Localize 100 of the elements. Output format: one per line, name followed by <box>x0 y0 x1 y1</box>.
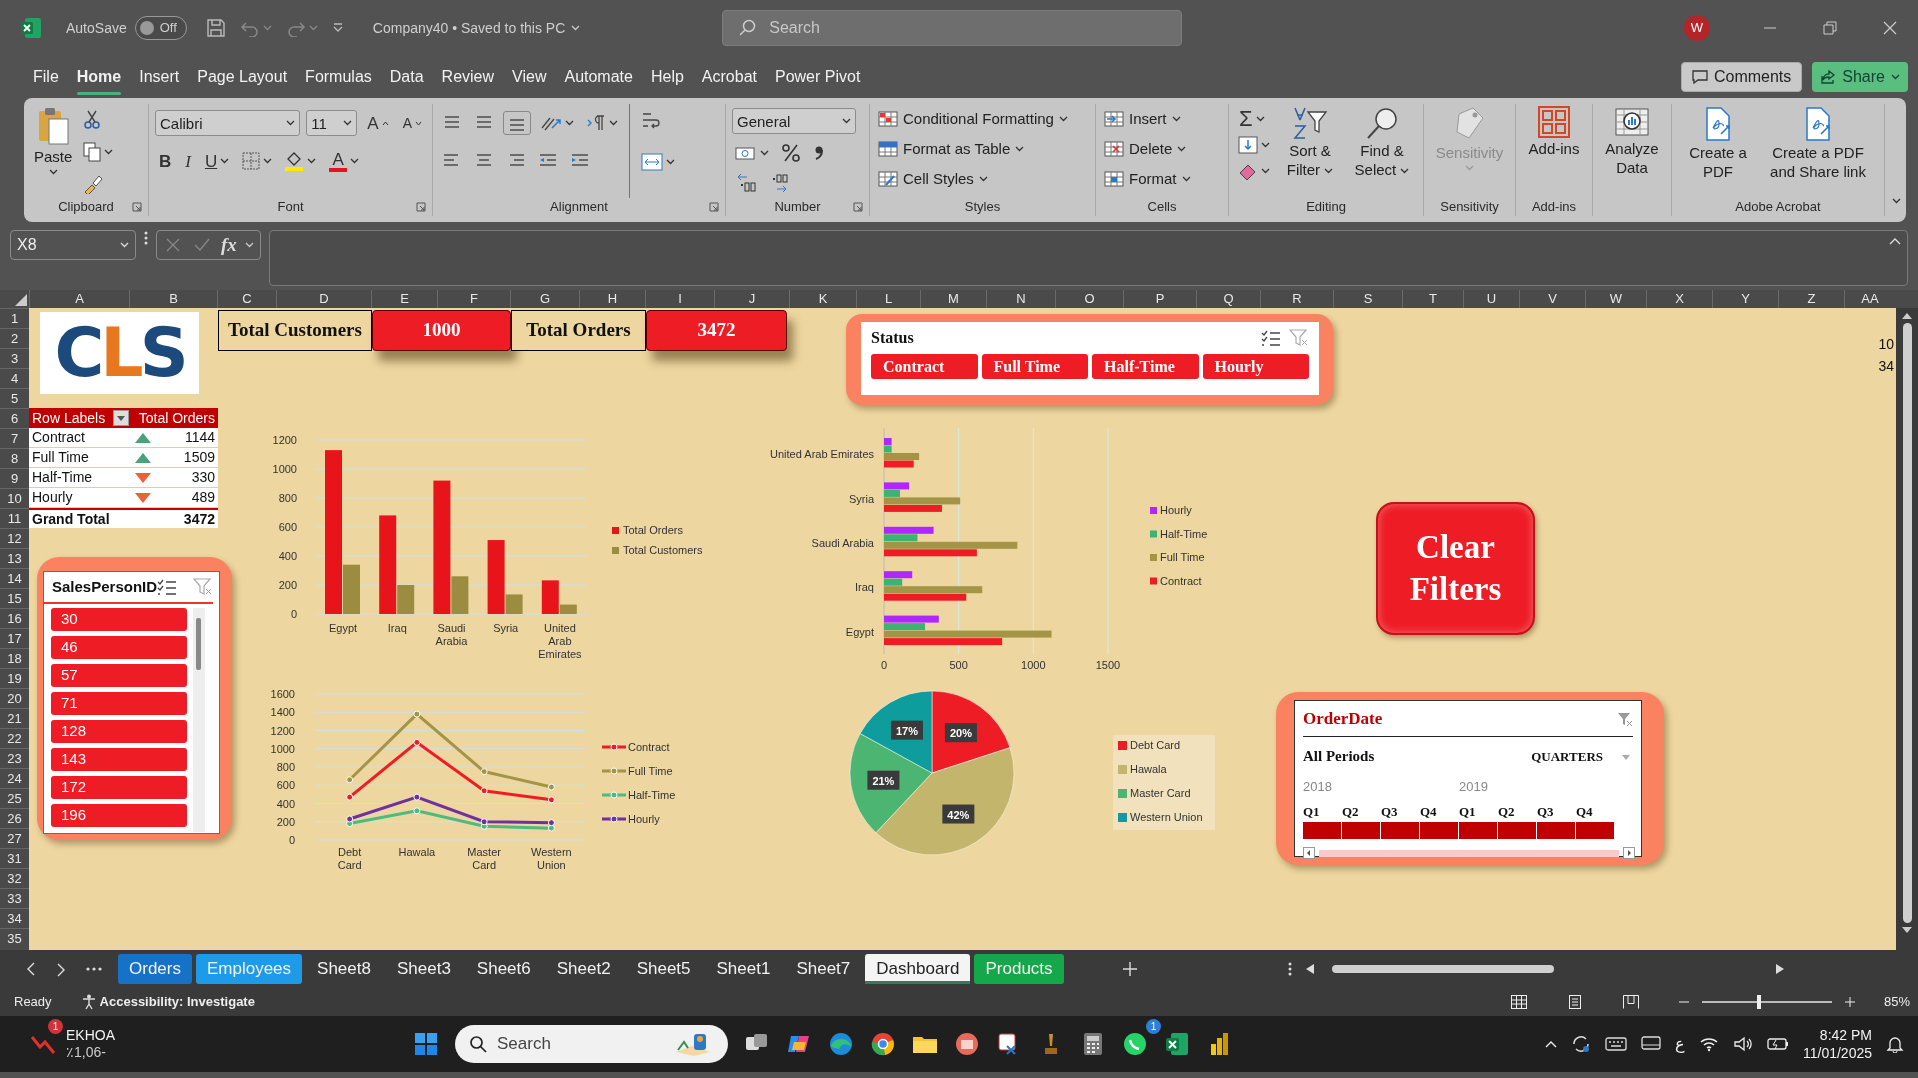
ribbon-button[interactable]: Add-ins <box>1524 104 1584 198</box>
legend-label: Half-Time <box>1160 527 1208 540</box>
ribbon-menu-button[interactable]: Format as Table <box>876 134 1070 164</box>
axis-label: 1000 <box>270 742 295 755</box>
document-title[interactable]: Company40 • Saved to this PC <box>366 16 587 40</box>
bold-button[interactable]: B <box>155 152 176 170</box>
category-label: Hawala <box>398 846 436 858</box>
slicer-item[interactable]: 30 <box>51 607 187 631</box>
sheet-tab[interactable]: Sheet7 <box>785 954 862 984</box>
language-indicator[interactable]: ع <box>1674 1032 1685 1056</box>
slicer-item[interactable]: Hourly <box>1202 354 1309 379</box>
column-header: Total Orders <box>137 408 216 428</box>
ticker-symbol: EKHOA <box>66 1026 115 1044</box>
ribbon-tab[interactable]: Insert <box>130 59 189 95</box>
sheet-tab[interactable]: Dashboard <box>865 954 971 984</box>
shrink-font-button[interactable]: A <box>398 116 426 130</box>
ribbon-menu-button[interactable]: Conditional Formatting <box>876 104 1070 134</box>
comments-button[interactable]: Comments <box>1680 62 1803 92</box>
slicer-item[interactable]: 196 <box>51 803 187 827</box>
point <box>480 818 488 826</box>
ribbon-tab[interactable]: Power Pivot <box>766 59 870 95</box>
ribbon-tab[interactable]: Formulas <box>296 59 381 95</box>
table-cell-text: 489 <box>190 488 216 507</box>
italic-button[interactable]: I <box>181 152 195 170</box>
axis-label: 200 <box>276 815 295 828</box>
underline-button[interactable]: U <box>200 152 234 170</box>
legend-label: Full Time <box>628 765 673 777</box>
category-label: Western Union <box>531 846 572 871</box>
slicer-item[interactable]: Full Time <box>981 354 1088 379</box>
autosum-button[interactable]: Σ <box>1235 108 1273 130</box>
slicer-item[interactable]: 128 <box>51 719 187 743</box>
ribbon-menu-button[interactable]: Cell Styles <box>876 164 1070 194</box>
ribbon-menu-button[interactable]: Insert <box>1102 104 1193 134</box>
ribbon-tab[interactable]: Acrobat <box>692 59 766 95</box>
sheet-tab[interactable]: Sheet2 <box>545 954 622 984</box>
point <box>413 793 421 801</box>
ribbon-menu-button[interactable]: Delete <box>1102 134 1193 164</box>
ribbon-tab[interactable]: View <box>503 59 556 95</box>
sheet-tab[interactable]: Sheet5 <box>625 954 702 984</box>
paste-button[interactable]: Paste <box>30 104 77 198</box>
axis-label: 800 <box>276 761 295 773</box>
ribbon-tab[interactable]: Home <box>67 59 131 95</box>
quarter-label: Q1 <box>1303 804 1320 819</box>
category-label: United Arab Emirates <box>770 448 874 461</box>
slicer-item[interactable]: 172 <box>51 775 187 799</box>
font-color-button[interactable]: A <box>325 150 364 172</box>
share-button[interactable]: Share <box>1812 62 1908 92</box>
ribbon-button[interactable]: Create a PDF and Share link <box>1758 104 1878 198</box>
ribbon-tab[interactable]: Review <box>432 59 504 95</box>
ribbon-tab[interactable]: Data <box>380 59 433 95</box>
slicer-item[interactable]: Half-Time <box>1092 354 1199 379</box>
ribbon-tab[interactable]: Automate <box>555 59 642 95</box>
grow-font-button[interactable]: A <box>363 114 393 132</box>
year-label: 2018 <box>1303 779 1332 794</box>
taskbar-search-field[interactable]: Search <box>455 1025 728 1063</box>
ribbon-button[interactable]: Create a PDF <box>1678 104 1758 198</box>
zoom-level[interactable]: 85% <box>1883 992 1910 1012</box>
insert-function-button[interactable]: fx <box>221 230 237 260</box>
sheet-tab[interactable]: Sheet3 <box>385 954 462 984</box>
sheet-tab[interactable]: Sheet8 <box>306 954 382 984</box>
axis-label: 1600 <box>270 688 295 700</box>
point <box>547 819 555 827</box>
sheet-tab[interactable]: Sheet1 <box>705 954 782 984</box>
slicer-item[interactable]: 57 <box>51 663 187 687</box>
point <box>547 796 555 804</box>
ribbon-button[interactable]: Analyze Data <box>1599 104 1665 198</box>
axis-label: 0 <box>290 608 297 620</box>
ribbon-tab[interactable]: Page Layout <box>188 59 297 95</box>
search-field[interactable]: Search <box>722 10 1183 46</box>
avatar[interactable]: W <box>1684 15 1710 41</box>
sheet-tab[interactable]: Sheet6 <box>465 954 542 984</box>
accessibility-button[interactable]: Accessibility: Investigate <box>77 990 258 1014</box>
clear-filters-button[interactable]: Clear Filters <box>1376 502 1535 635</box>
legend-label: Hawala <box>1130 763 1168 775</box>
clock-date[interactable]: 11/01/2025 <box>1802 1044 1872 1063</box>
slicer-item[interactable]: Contract <box>871 354 978 379</box>
quarter-label: Q3 <box>1537 804 1554 819</box>
status-text: Ready <box>14 993 52 1012</box>
legend-label: Hourly <box>1160 504 1193 516</box>
sheet-tab[interactable]: Orders <box>118 954 192 984</box>
name-box[interactable]: X8 <box>10 230 136 260</box>
quarter-label: Q2 <box>1498 804 1515 819</box>
slicer-item[interactable]: 71 <box>51 691 187 715</box>
ribbon-menu-button[interactable]: Format <box>1102 164 1193 194</box>
axis-label: 1000 <box>272 463 297 475</box>
data-label: 42% <box>947 808 970 821</box>
table-cell-text: 1144 <box>183 428 216 447</box>
sort-filter-button[interactable]: Sort & Filter <box>1277 104 1343 198</box>
find-select-button[interactable]: Find & Select <box>1347 104 1417 198</box>
slicer-item[interactable]: 46 <box>51 635 187 659</box>
font-size-field[interactable]: 11 <box>306 110 358 136</box>
number-format-field[interactable]: General <box>732 108 856 134</box>
clock-time[interactable]: 8:42 PM <box>1802 1025 1872 1044</box>
axis-label: 600 <box>276 779 295 792</box>
time-level-dropdown[interactable]: QUARTERS <box>1528 744 1633 768</box>
autosave-toggle[interactable]: Off <box>134 16 187 40</box>
ribbon-tab[interactable]: File <box>24 59 68 95</box>
font-name-field[interactable]: Calibri <box>155 110 301 136</box>
ribbon-tab[interactable]: Help <box>641 59 693 95</box>
slicer-item[interactable]: 143 <box>51 747 187 771</box>
